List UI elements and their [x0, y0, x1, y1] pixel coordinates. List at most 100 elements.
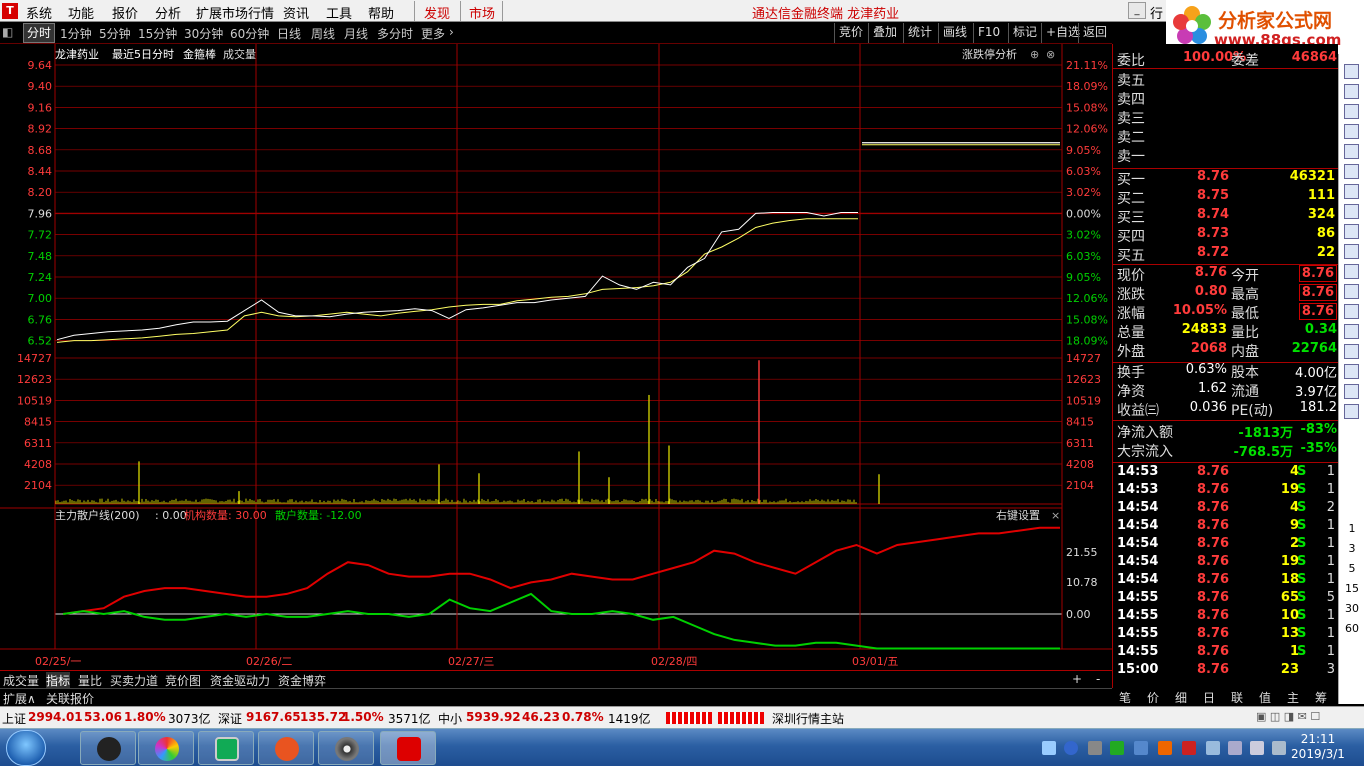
minus-icon[interactable]: - — [1096, 672, 1100, 686]
taskbar-app-monitor[interactable] — [198, 731, 254, 765]
btn-back[interactable]: 返回 — [1078, 23, 1111, 43]
tray-expand-icon[interactable] — [1088, 741, 1102, 755]
menu-analysis[interactable]: 分析 — [155, 3, 181, 22]
tool-button-icon[interactable] — [1344, 384, 1359, 399]
tick-row[interactable]: 15:00 8.76 23 3 — [1113, 662, 1339, 681]
close-icon[interactable]: × — [1051, 509, 1060, 522]
tool-button-icon[interactable] — [1344, 104, 1359, 119]
help-icon[interactable] — [1064, 741, 1078, 755]
related-quotes-button[interactable]: 关联报价 — [46, 690, 94, 707]
detail-tab[interactable]: 日 — [1196, 689, 1222, 706]
security-icon[interactable] — [1158, 741, 1172, 755]
tab-15min[interactable]: 15分钟 — [138, 25, 177, 42]
tool-period-button[interactable]: 5 — [1342, 562, 1362, 575]
tab-more[interactable]: 更多 — [421, 25, 445, 42]
display-icon[interactable] — [1134, 741, 1148, 755]
tab-fund-game[interactable]: 资金博弈 — [278, 672, 326, 689]
tick-row[interactable]: 14:55 8.76 1 S 1 — [1113, 644, 1339, 663]
flag-icon[interactable] — [1206, 741, 1220, 755]
keyboard-icon[interactable] — [1042, 741, 1056, 755]
tab-5min[interactable]: 5分钟 — [99, 25, 131, 42]
tool-button-icon[interactable] — [1344, 244, 1359, 259]
right-click-settings[interactable]: 右键设置 — [996, 508, 1040, 522]
input-method-icon[interactable] — [1272, 741, 1286, 755]
tool-button-icon[interactable] — [1344, 324, 1359, 339]
tick-row[interactable]: 14:55 8.76 13 S 1 — [1113, 626, 1339, 645]
tab-vol-ratio[interactable]: 量比 — [78, 672, 102, 689]
menu-tools[interactable]: 工具 — [326, 3, 352, 22]
detail-tab[interactable]: 主 — [1280, 689, 1306, 706]
tool-button-icon[interactable] — [1344, 164, 1359, 179]
detail-tab[interactable]: 值 — [1252, 689, 1278, 706]
clock[interactable]: 21:11 2019/3/1 — [1290, 732, 1346, 762]
tool-button-icon[interactable] — [1344, 264, 1359, 279]
tick-row[interactable]: 14:55 8.76 65 S 5 — [1113, 590, 1339, 609]
detail-tab[interactable]: 细 — [1168, 689, 1194, 706]
tray-app-icon[interactable] — [1182, 741, 1196, 755]
btn-mark[interactable]: 标记 — [1008, 23, 1041, 43]
close-circle-icon[interactable]: ⊗ — [1046, 48, 1055, 61]
tab-daily[interactable]: 日线 — [277, 25, 301, 42]
tab-1min[interactable]: 1分钟 — [60, 25, 92, 42]
tool-button-icon[interactable] — [1344, 144, 1359, 159]
expand-button[interactable]: 扩展∧ — [3, 690, 36, 707]
menu-news[interactable]: 资讯 — [283, 3, 309, 22]
menu-system[interactable]: 系统 — [26, 3, 52, 22]
menu-market[interactable]: 市场 — [469, 3, 495, 22]
tick-row[interactable]: 14:54 8.76 4 S 2 — [1113, 500, 1339, 519]
tab-monthly[interactable]: 月线 — [344, 25, 368, 42]
menu-function[interactable]: 功能 — [68, 3, 94, 22]
limit-analysis-label[interactable]: 涨跌停分析 — [962, 47, 1017, 61]
start-orb-icon[interactable] — [6, 730, 46, 766]
tool-button-icon[interactable] — [1344, 284, 1359, 299]
tick-row[interactable]: 14:53 8.76 19 S 1 — [1113, 482, 1339, 501]
btn-f10[interactable]: F10 — [973, 23, 1004, 43]
tool-period-button[interactable]: 30 — [1342, 602, 1362, 615]
tab-indicator[interactable]: 指标 — [46, 672, 71, 689]
detail-tab[interactable]: 笔 — [1112, 689, 1138, 706]
taskbar-app-ubuntu[interactable] — [258, 731, 314, 765]
tool-period-button[interactable]: 15 — [1342, 582, 1362, 595]
tool-button-icon[interactable] — [1344, 124, 1359, 139]
btn-draw[interactable]: 画线 — [938, 23, 971, 43]
detail-tab[interactable]: 联 — [1224, 689, 1250, 706]
network-icon[interactable] — [1228, 741, 1242, 755]
tick-row[interactable]: 14:53 8.76 4 S 1 — [1113, 464, 1339, 483]
tab-30min[interactable]: 30分钟 — [184, 25, 223, 42]
menu-hang[interactable]: 行 — [1150, 3, 1163, 22]
plus-icon[interactable]: + — [1072, 672, 1082, 686]
tool-button-icon[interactable] — [1344, 344, 1359, 359]
tab-weekly[interactable]: 周线 — [311, 25, 335, 42]
tool-button-icon[interactable] — [1344, 304, 1359, 319]
taskbar-app-qq[interactable] — [80, 731, 136, 765]
tab-intraday[interactable]: 分时 — [23, 23, 56, 43]
tool-button-icon[interactable] — [1344, 184, 1359, 199]
menu-discover[interactable]: 发现 — [424, 3, 450, 22]
tab-volume[interactable]: 成交量 — [3, 672, 39, 689]
menu-ext-market[interactable]: 扩展市场行情 — [196, 3, 274, 22]
tab-60min[interactable]: 60分钟 — [230, 25, 269, 42]
btn-overlay[interactable]: 叠加 — [868, 23, 901, 43]
tool-button-icon[interactable] — [1344, 204, 1359, 219]
tab-multi-intraday[interactable]: 多分时 — [377, 25, 413, 42]
volume-icon[interactable] — [1250, 741, 1264, 755]
taskbar-app-tdx[interactable] — [380, 731, 436, 765]
tab-fund-drive[interactable]: 资金驱动力 — [210, 672, 270, 689]
tool-button-icon[interactable] — [1344, 404, 1359, 419]
menu-quote[interactable]: 报价 — [112, 3, 138, 22]
taskbar-app-browser[interactable] — [138, 731, 194, 765]
btn-auction[interactable]: 竞价 — [834, 23, 867, 43]
settings-circle-icon[interactable]: ⊕ — [1030, 48, 1039, 61]
tool-button-icon[interactable] — [1344, 64, 1359, 79]
chevron-right-icon[interactable]: › — [449, 25, 454, 39]
tick-row[interactable]: 14:54 8.76 9 S 1 — [1113, 518, 1339, 537]
tick-row[interactable]: 14:54 8.76 19 S 1 — [1113, 554, 1339, 573]
tool-button-icon[interactable] — [1344, 224, 1359, 239]
detail-tab[interactable]: 筹 — [1308, 689, 1334, 706]
tool-period-button[interactable]: 1 — [1342, 522, 1362, 535]
tool-button-icon[interactable] — [1344, 84, 1359, 99]
tool-period-button[interactable]: 60 — [1342, 622, 1362, 635]
menu-help[interactable]: 帮助 — [368, 3, 394, 22]
tab-buy-sell-force[interactable]: 买卖力道 — [110, 672, 158, 689]
minimize-button[interactable]: _ — [1128, 2, 1146, 19]
